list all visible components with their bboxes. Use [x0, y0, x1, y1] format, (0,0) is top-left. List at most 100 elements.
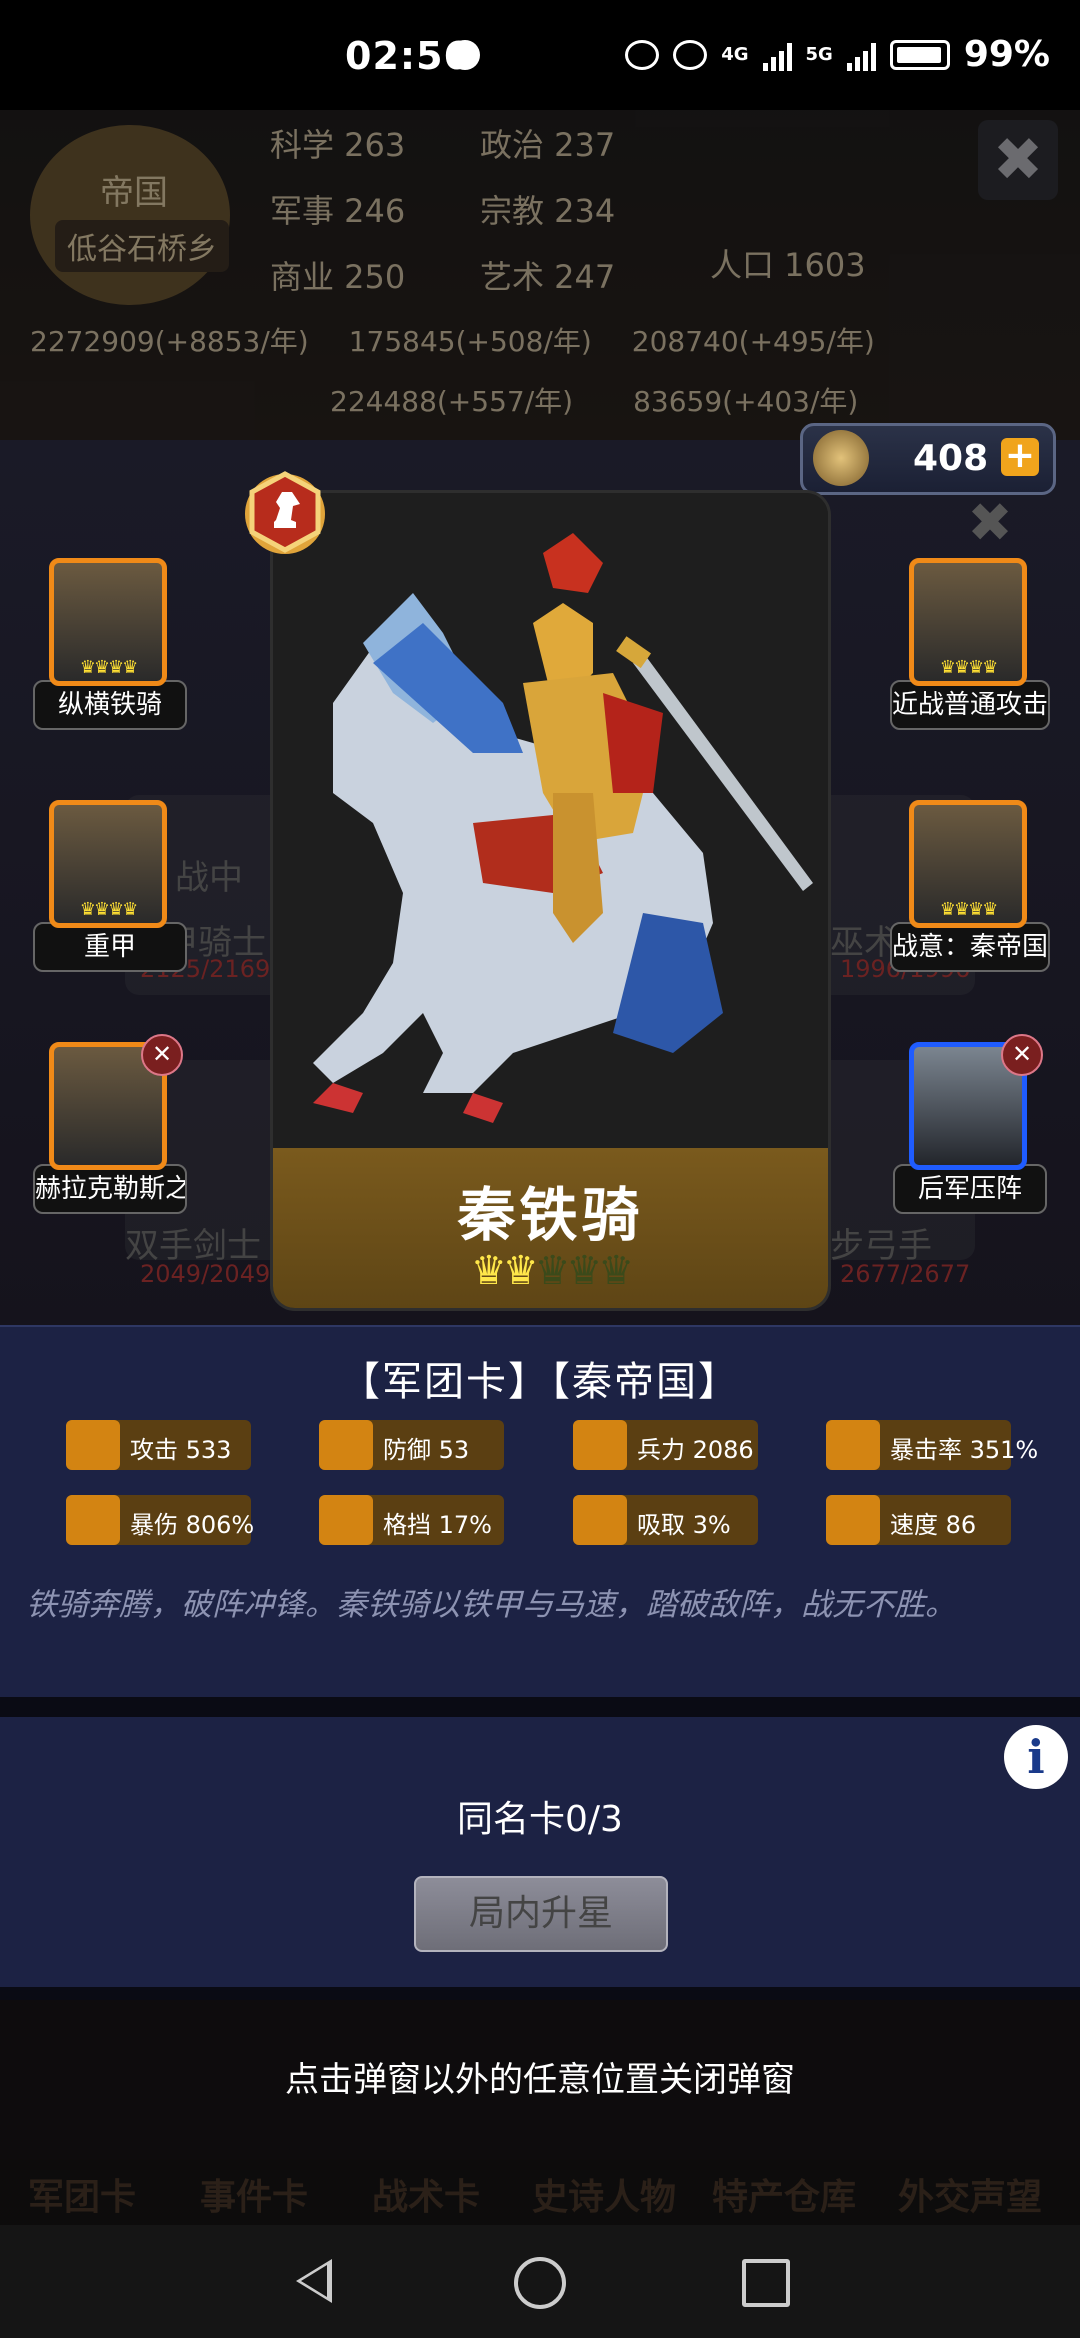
battery-icon	[889, 39, 950, 70]
skill-card-left-2[interactable]: ♛♛♛♛ 重甲	[33, 800, 187, 972]
crown-empty-icon: ♛	[534, 1248, 571, 1294]
back-icon[interactable]	[296, 2259, 332, 2303]
eagle-crest-icon	[813, 430, 869, 486]
skill-portrait: ♛♛♛♛	[49, 558, 167, 686]
remove-icon[interactable]: ✕	[1001, 1034, 1043, 1076]
crown-filled-icon: ♛	[470, 1248, 507, 1294]
add-currency-button[interactable]: +	[1001, 438, 1039, 476]
knight-rank-badge-icon	[245, 471, 325, 554]
boot-icon	[826, 1495, 880, 1545]
stat-politics: 政治 237	[480, 126, 616, 164]
skill-name: 后军压阵	[893, 1164, 1047, 1214]
stat-military: 军事 246	[270, 192, 406, 230]
close-hint[interactable]: 点击弹窗以外的任意位置关闭弹窗	[0, 2052, 1080, 2101]
emblem-label: 帝国	[100, 173, 168, 213]
stat-commerce: 商业 250	[270, 258, 406, 296]
heart-icon	[450, 40, 480, 70]
card-name: 秦铁骑	[457, 1181, 644, 1249]
remove-icon[interactable]: ✕	[141, 1034, 183, 1076]
crown-empty-icon: ♛	[598, 1248, 634, 1294]
resources-row-2: 224488(+557/年) 83659(+403/年)	[330, 380, 858, 420]
network-4g: 4G	[721, 44, 749, 65]
duplicate-count: 同名卡0/3	[457, 1799, 623, 1840]
resources-row: 2272909(+8853/年) 175845(+508/年) 208740(+…	[30, 320, 875, 360]
stat-religion: 宗教 234	[480, 192, 616, 230]
stat-crit-damage: 暴伤 806%	[66, 1495, 254, 1545]
skill-name: 纵横铁骑	[33, 680, 187, 730]
block-icon	[319, 1495, 373, 1545]
star-up-button[interactable]: 局内升星	[414, 1876, 668, 1952]
sword-icon	[66, 1420, 120, 1470]
bg-hp: 2677/2677	[840, 1260, 971, 1288]
skill-portrait: ♛♛♛♛	[49, 800, 167, 928]
background-header: 帝国 低谷石桥乡 科学 263 政治 237 军事 246 宗教 234 商业 …	[0, 110, 1080, 440]
skill-name: 重甲	[33, 922, 187, 972]
bg-tab: 战术卡	[372, 2177, 481, 2218]
network-5g: 5G	[805, 44, 833, 65]
skill-card-left-1[interactable]: ♛♛♛♛ 纵横铁骑	[33, 558, 187, 730]
bg-caption: 战中	[175, 858, 243, 898]
battery-level: 99%	[963, 34, 1050, 75]
stat-attack: 攻击 533	[66, 1420, 251, 1470]
close-icon[interactable]: ✖	[955, 496, 1025, 550]
stat-troops: 兵力 2086	[573, 1420, 758, 1470]
crown-empty-icon: ♛	[566, 1248, 602, 1294]
empire-stats: 科学 263 政治 237 军事 246 宗教 234 商业 250 艺术 24…	[270, 120, 690, 298]
crown-icons: ♛♛♛♛	[79, 899, 139, 920]
stat-speed: 速度 86	[826, 1495, 1011, 1545]
skill-name: 赫拉克勒斯之	[33, 1164, 187, 1214]
unit-card: 秦铁骑 ♛♛♛♛♛	[273, 493, 828, 1308]
cavalry-artwork	[273, 493, 828, 1153]
skill-portrait: ♛♛♛♛	[909, 558, 1027, 686]
wifi-icon	[673, 39, 708, 70]
recents-icon[interactable]	[742, 2259, 790, 2307]
skill-card-right-3[interactable]: 后军压阵 ✕	[893, 1034, 1047, 1214]
resource-3: 208740(+495/年)	[631, 325, 875, 358]
skill-card-right-1[interactable]: ♛♛♛♛ 近战普通攻击	[890, 558, 1050, 730]
card-footer: 秦铁骑 ♛♛♛♛♛	[273, 1148, 828, 1308]
resource-2: 175845(+508/年)	[348, 325, 592, 358]
skill-card-left-3[interactable]: 赫拉克勒斯之 ✕	[33, 1034, 187, 1214]
status-bar: 02:56 4G 5G 99%	[0, 0, 1080, 110]
bg-tab: 特产仓库	[712, 2177, 857, 2218]
skill-name: 战意：秦帝国	[890, 922, 1050, 972]
skill-name: 近战普通攻击	[890, 680, 1050, 730]
status-icons: 4G 5G 99%	[625, 34, 1050, 75]
stat-science: 科学 263	[270, 126, 406, 164]
signal-icon-2	[846, 39, 876, 71]
resource-5: 83659(+403/年)	[633, 385, 859, 418]
background-close-icon: ✖	[978, 120, 1058, 200]
skill-portrait: ♛♛♛♛	[909, 800, 1027, 928]
skill-card-right-2[interactable]: ♛♛♛♛ 战意：秦帝国	[890, 800, 1050, 972]
stat-art: 艺术 247	[480, 258, 616, 296]
star-rating: ♛♛♛♛♛	[273, 1248, 828, 1294]
bg-hp: 2049/2049	[140, 1260, 271, 1288]
bg-tab: 军团卡	[28, 2177, 137, 2218]
bg-tab: 外交声望	[898, 2177, 1043, 2218]
population: 人口 1603	[710, 246, 866, 284]
stat-lifesteal: 吸取 3%	[573, 1495, 758, 1545]
alarm-icon	[625, 39, 660, 70]
shield-icon	[319, 1420, 373, 1470]
crit-target-icon	[826, 1420, 880, 1470]
crown-filled-icon: ♛	[502, 1248, 539, 1294]
resource-4: 224488(+557/年)	[330, 385, 574, 418]
empire-emblem	[30, 125, 230, 305]
town-name: 低谷石桥乡	[55, 220, 229, 272]
resource-gold: 2272909(+8853/年)	[30, 325, 309, 358]
background-tab-bar: 军团卡 事件卡 战术卡 史诗人物 特产仓库 外交声望	[0, 2000, 1080, 2225]
lifesteal-icon	[573, 1495, 627, 1545]
crit-damage-icon	[66, 1495, 120, 1545]
stat-block: 格挡 17%	[319, 1495, 504, 1545]
crown-icons: ♛♛♛♛	[939, 657, 999, 678]
heart-icon	[573, 1420, 627, 1470]
crown-icons: ♛♛♛♛	[79, 657, 139, 678]
stat-defense: 防御 53	[319, 1420, 504, 1470]
bg-tab: 史诗人物	[532, 2177, 677, 2218]
info-icon[interactable]: i	[1004, 1725, 1068, 1789]
home-icon[interactable]	[514, 2257, 566, 2309]
crown-icons: ♛♛♛♛	[939, 899, 999, 920]
stat-crit-rate: 暴击率 351%	[826, 1420, 1038, 1470]
currency-badge[interactable]: 408 +	[800, 423, 1056, 495]
bg-tab: 事件卡	[200, 2177, 309, 2218]
